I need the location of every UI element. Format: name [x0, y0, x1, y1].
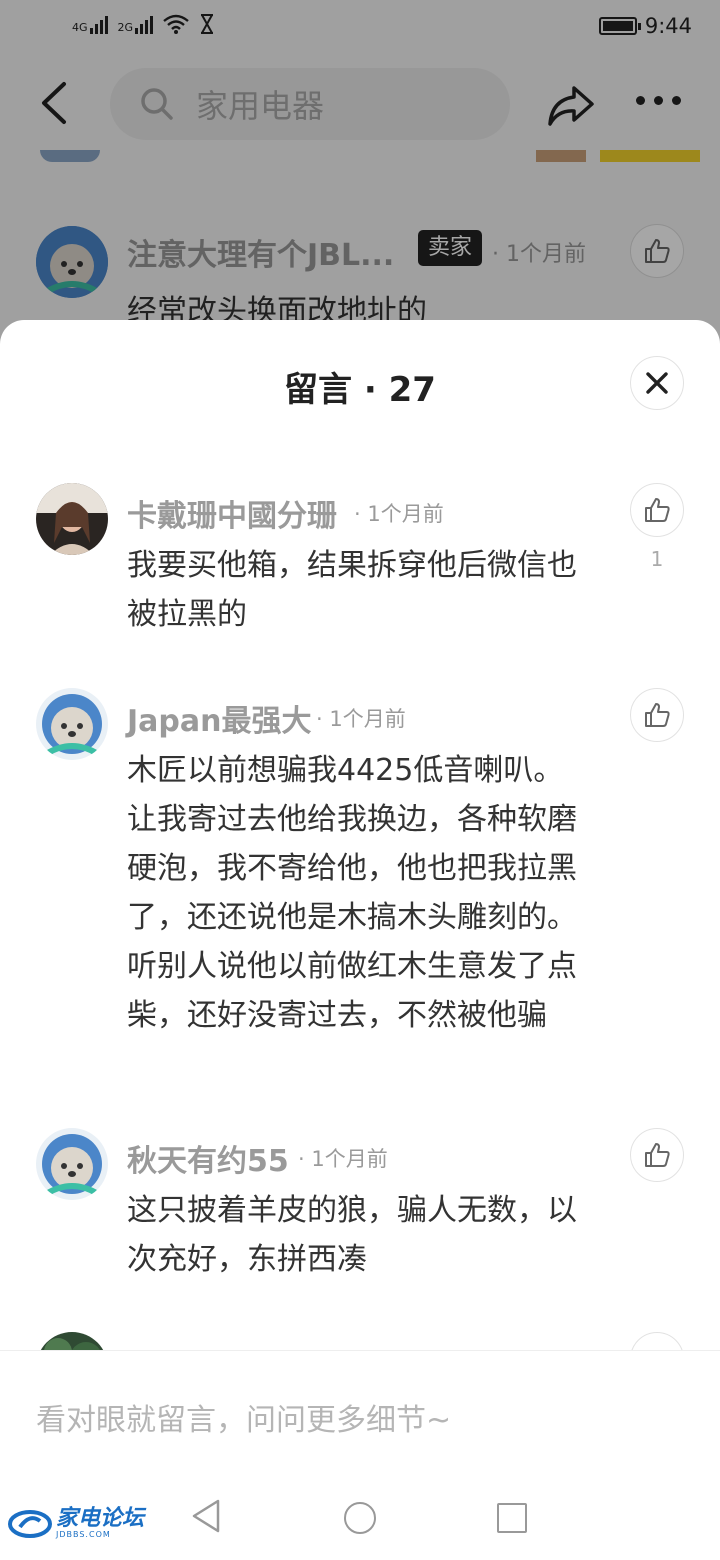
comment-author[interactable]: Japan最强大: [127, 696, 311, 740]
like-button[interactable]: [630, 1128, 684, 1182]
comment-text: 木匠以前想骗我4425低音喇叭。让我寄过去他给我换边，各种软磨硬泡，我不寄给他，…: [127, 753, 577, 1033]
nav-recents-icon[interactable]: [497, 1503, 527, 1533]
like-count: 1: [650, 547, 664, 571]
like-button[interactable]: [630, 483, 684, 537]
avatar[interactable]: [36, 483, 108, 555]
comment-text: 这只披着羊皮的狼，骗人无数，以次充好，东拼西凑: [127, 1193, 577, 1277]
thumbs-up-icon: [645, 703, 670, 727]
thumbs-up-icon: [645, 1143, 670, 1167]
close-button[interactable]: [630, 356, 684, 410]
watermark-sub: JDBBS.COM: [56, 1530, 111, 1539]
like-button[interactable]: [630, 688, 684, 742]
comment-text: 我要买他箱，结果拆穿他后微信也被拉黑的: [127, 548, 577, 632]
avatar[interactable]: [36, 1128, 108, 1200]
avatar[interactable]: [36, 688, 108, 760]
nav-home-icon[interactable]: [344, 1502, 376, 1534]
comment-author[interactable]: 秋天有约55: [127, 1136, 289, 1180]
comments-sheet: 留言 · 27 卡戴珊中國分珊 · 1个月前 我要买他箱，结果拆穿他后微信也被拉…: [0, 320, 720, 1560]
comment-input-placeholder: 看对眼就留言，问问更多细节~: [36, 1403, 452, 1438]
comment-time: · 1个月前: [316, 707, 406, 731]
watermark-text: 家电论坛: [56, 1506, 145, 1531]
comment-input[interactable]: 看对眼就留言，问问更多细节~: [0, 1350, 720, 1450]
sheet-title: 留言 · 27: [284, 370, 436, 410]
close-icon: [646, 372, 668, 394]
comment-author[interactable]: 卡戴珊中國分珊: [127, 491, 337, 535]
comment-time: · 1个月前: [354, 502, 444, 526]
logo-icon: [8, 1509, 52, 1538]
thumbs-up-icon: [645, 498, 670, 522]
nav-back-icon[interactable]: [190, 1498, 222, 1534]
comment-time: · 1个月前: [298, 1147, 388, 1171]
system-nav-bar: [0, 1450, 720, 1560]
watermark-logo: 家电论坛 JDBBS.COM: [8, 1508, 144, 1539]
